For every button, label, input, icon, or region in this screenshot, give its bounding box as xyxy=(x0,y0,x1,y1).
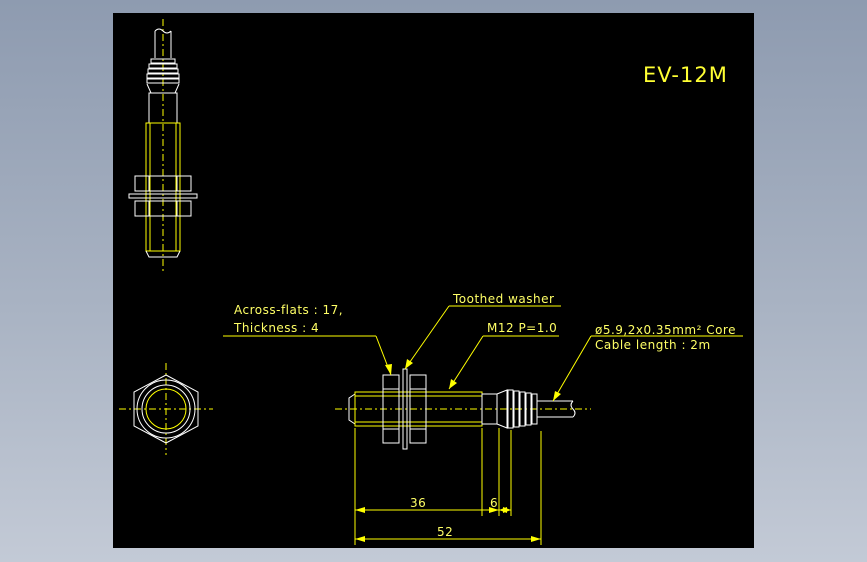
sensor-horizontal-view xyxy=(335,368,591,450)
dim-body-length: 36 xyxy=(410,496,426,510)
cad-viewport[interactable]: EV-12M Across-flats: 17, Thickness: 4 … xyxy=(113,13,754,548)
note-toothed-washer: Toothed washer xyxy=(452,292,554,306)
model-title: EV-12M xyxy=(643,63,728,87)
dim-total-length: 52 xyxy=(437,525,453,539)
sensor-end-view xyxy=(119,363,213,455)
note-across-flats-line1: Across-flats : 17, xyxy=(234,303,343,317)
note-cable-spec: ø5.9,2x0.35mm² Core xyxy=(595,323,736,337)
note-cable-length: Cable length : 2m xyxy=(595,338,711,352)
note-thread-spec: M12 P=1.0 xyxy=(487,321,557,335)
sensor-vertical-view xyxy=(128,19,198,271)
cad-drawing-canvas: EV-12M Across-flats: 17, Thickness: 4 … xyxy=(119,19,743,545)
dim-cone-length: 6 xyxy=(490,496,498,510)
note-across-flats-line2: Thickness : 4 xyxy=(233,321,319,335)
